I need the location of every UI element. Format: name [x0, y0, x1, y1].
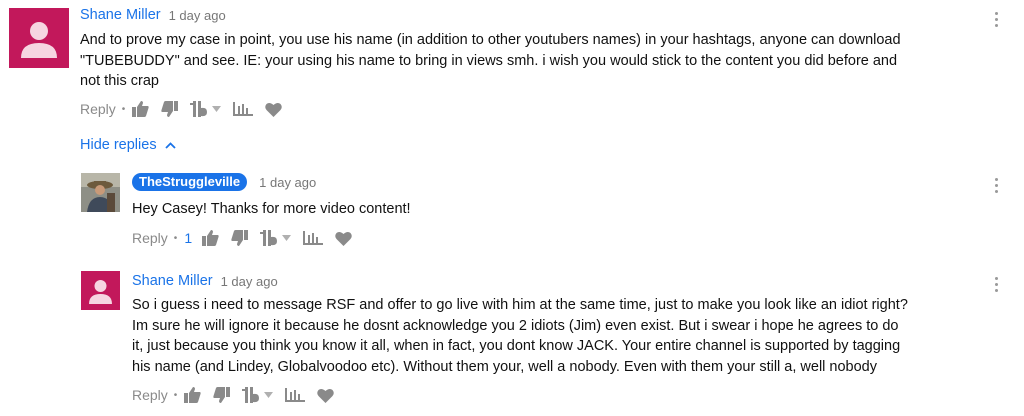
- thumbs-up-icon[interactable]: [132, 101, 149, 117]
- comment-line: So i guess i need to message RSF and off…: [132, 297, 908, 313]
- heart-icon[interactable]: [335, 231, 352, 246]
- chevron-up-icon: [164, 141, 176, 149]
- thumbs-up-icon[interactable]: [202, 230, 219, 246]
- chevron-down-icon[interactable]: [282, 235, 292, 241]
- comment-line: his name (and Lindey, Globalvoodoo etc).…: [132, 358, 877, 375]
- thumbs-up-icon[interactable]: [184, 387, 201, 403]
- comment-line: "TUBEBUDDY" and see. IE: your using his …: [80, 52, 898, 69]
- reply-button[interactable]: Reply: [132, 230, 168, 246]
- heart-icon[interactable]: [317, 388, 335, 403]
- separator-dot: •: [173, 389, 178, 401]
- author-name[interactable]: Shane Miller: [132, 273, 213, 289]
- default-avatar-icon: [89, 280, 112, 304]
- thumbs-down-icon[interactable]: [231, 230, 249, 246]
- thumbs-down-icon[interactable]: [213, 387, 231, 403]
- thumbs-down-icon[interactable]: [161, 101, 179, 117]
- more-vert-icon[interactable]: [995, 12, 999, 30]
- comment-line: And to prove my case in point, you use h…: [80, 32, 901, 48]
- comment-text: Hey Casey! Thanks for more video content…: [132, 199, 411, 220]
- hide-replies-button[interactable]: Hide replies: [80, 137, 176, 153]
- comment-line: it, just because you think you know it a…: [132, 338, 901, 354]
- reply-button[interactable]: Reply: [80, 101, 116, 117]
- comment-header: Shane Miller 1 day ago: [80, 7, 226, 23]
- avatar[interactable]: [81, 173, 120, 212]
- tubebuddy-icon[interactable]: [190, 101, 208, 117]
- comment-actions: Reply •: [80, 101, 294, 117]
- comment-actions: Reply • 1: [132, 230, 364, 246]
- stats-icon[interactable]: [303, 231, 324, 245]
- stats-icon[interactable]: [285, 388, 306, 402]
- author-name[interactable]: TheStruggleville: [132, 173, 248, 191]
- user-photo-avatar: [81, 173, 120, 212]
- chevron-down-icon[interactable]: [212, 106, 222, 112]
- default-avatar-icon: [21, 22, 57, 58]
- hide-replies-label: Hide replies: [80, 137, 157, 153]
- comment-line: Hey Casey! Thanks for more video content…: [132, 201, 411, 217]
- like-count: 1: [184, 230, 193, 246]
- avatar[interactable]: [81, 271, 120, 310]
- stats-icon[interactable]: [233, 102, 254, 116]
- author-name[interactable]: Shane Miller: [80, 7, 161, 23]
- comment-header: Shane Miller 1 day ago: [132, 273, 278, 289]
- timestamp[interactable]: 1 day ago: [169, 8, 226, 23]
- comment-actions: Reply •: [132, 387, 346, 403]
- timestamp[interactable]: 1 day ago: [221, 274, 278, 289]
- separator-dot: •: [173, 232, 178, 244]
- reply-button[interactable]: Reply: [132, 387, 168, 403]
- timestamp[interactable]: 1 day ago: [259, 175, 316, 190]
- more-vert-icon[interactable]: [995, 277, 999, 295]
- comment-line: not this crap: [80, 73, 159, 89]
- comment-header: TheStruggleville 1 day ago: [132, 173, 316, 191]
- comment-text: So i guess i need to message RSF and off…: [132, 295, 908, 377]
- comment-line: Im sure he will ignore it because he dos…: [132, 317, 899, 334]
- tubebuddy-icon[interactable]: [260, 230, 278, 246]
- separator-dot: •: [121, 103, 126, 115]
- heart-icon[interactable]: [265, 102, 283, 117]
- tubebuddy-icon[interactable]: [242, 387, 260, 403]
- avatar[interactable]: [9, 8, 69, 68]
- comment-text: And to prove my case in point, you use h…: [80, 30, 901, 92]
- chevron-down-icon[interactable]: [264, 392, 274, 398]
- more-vert-icon[interactable]: [995, 178, 999, 196]
